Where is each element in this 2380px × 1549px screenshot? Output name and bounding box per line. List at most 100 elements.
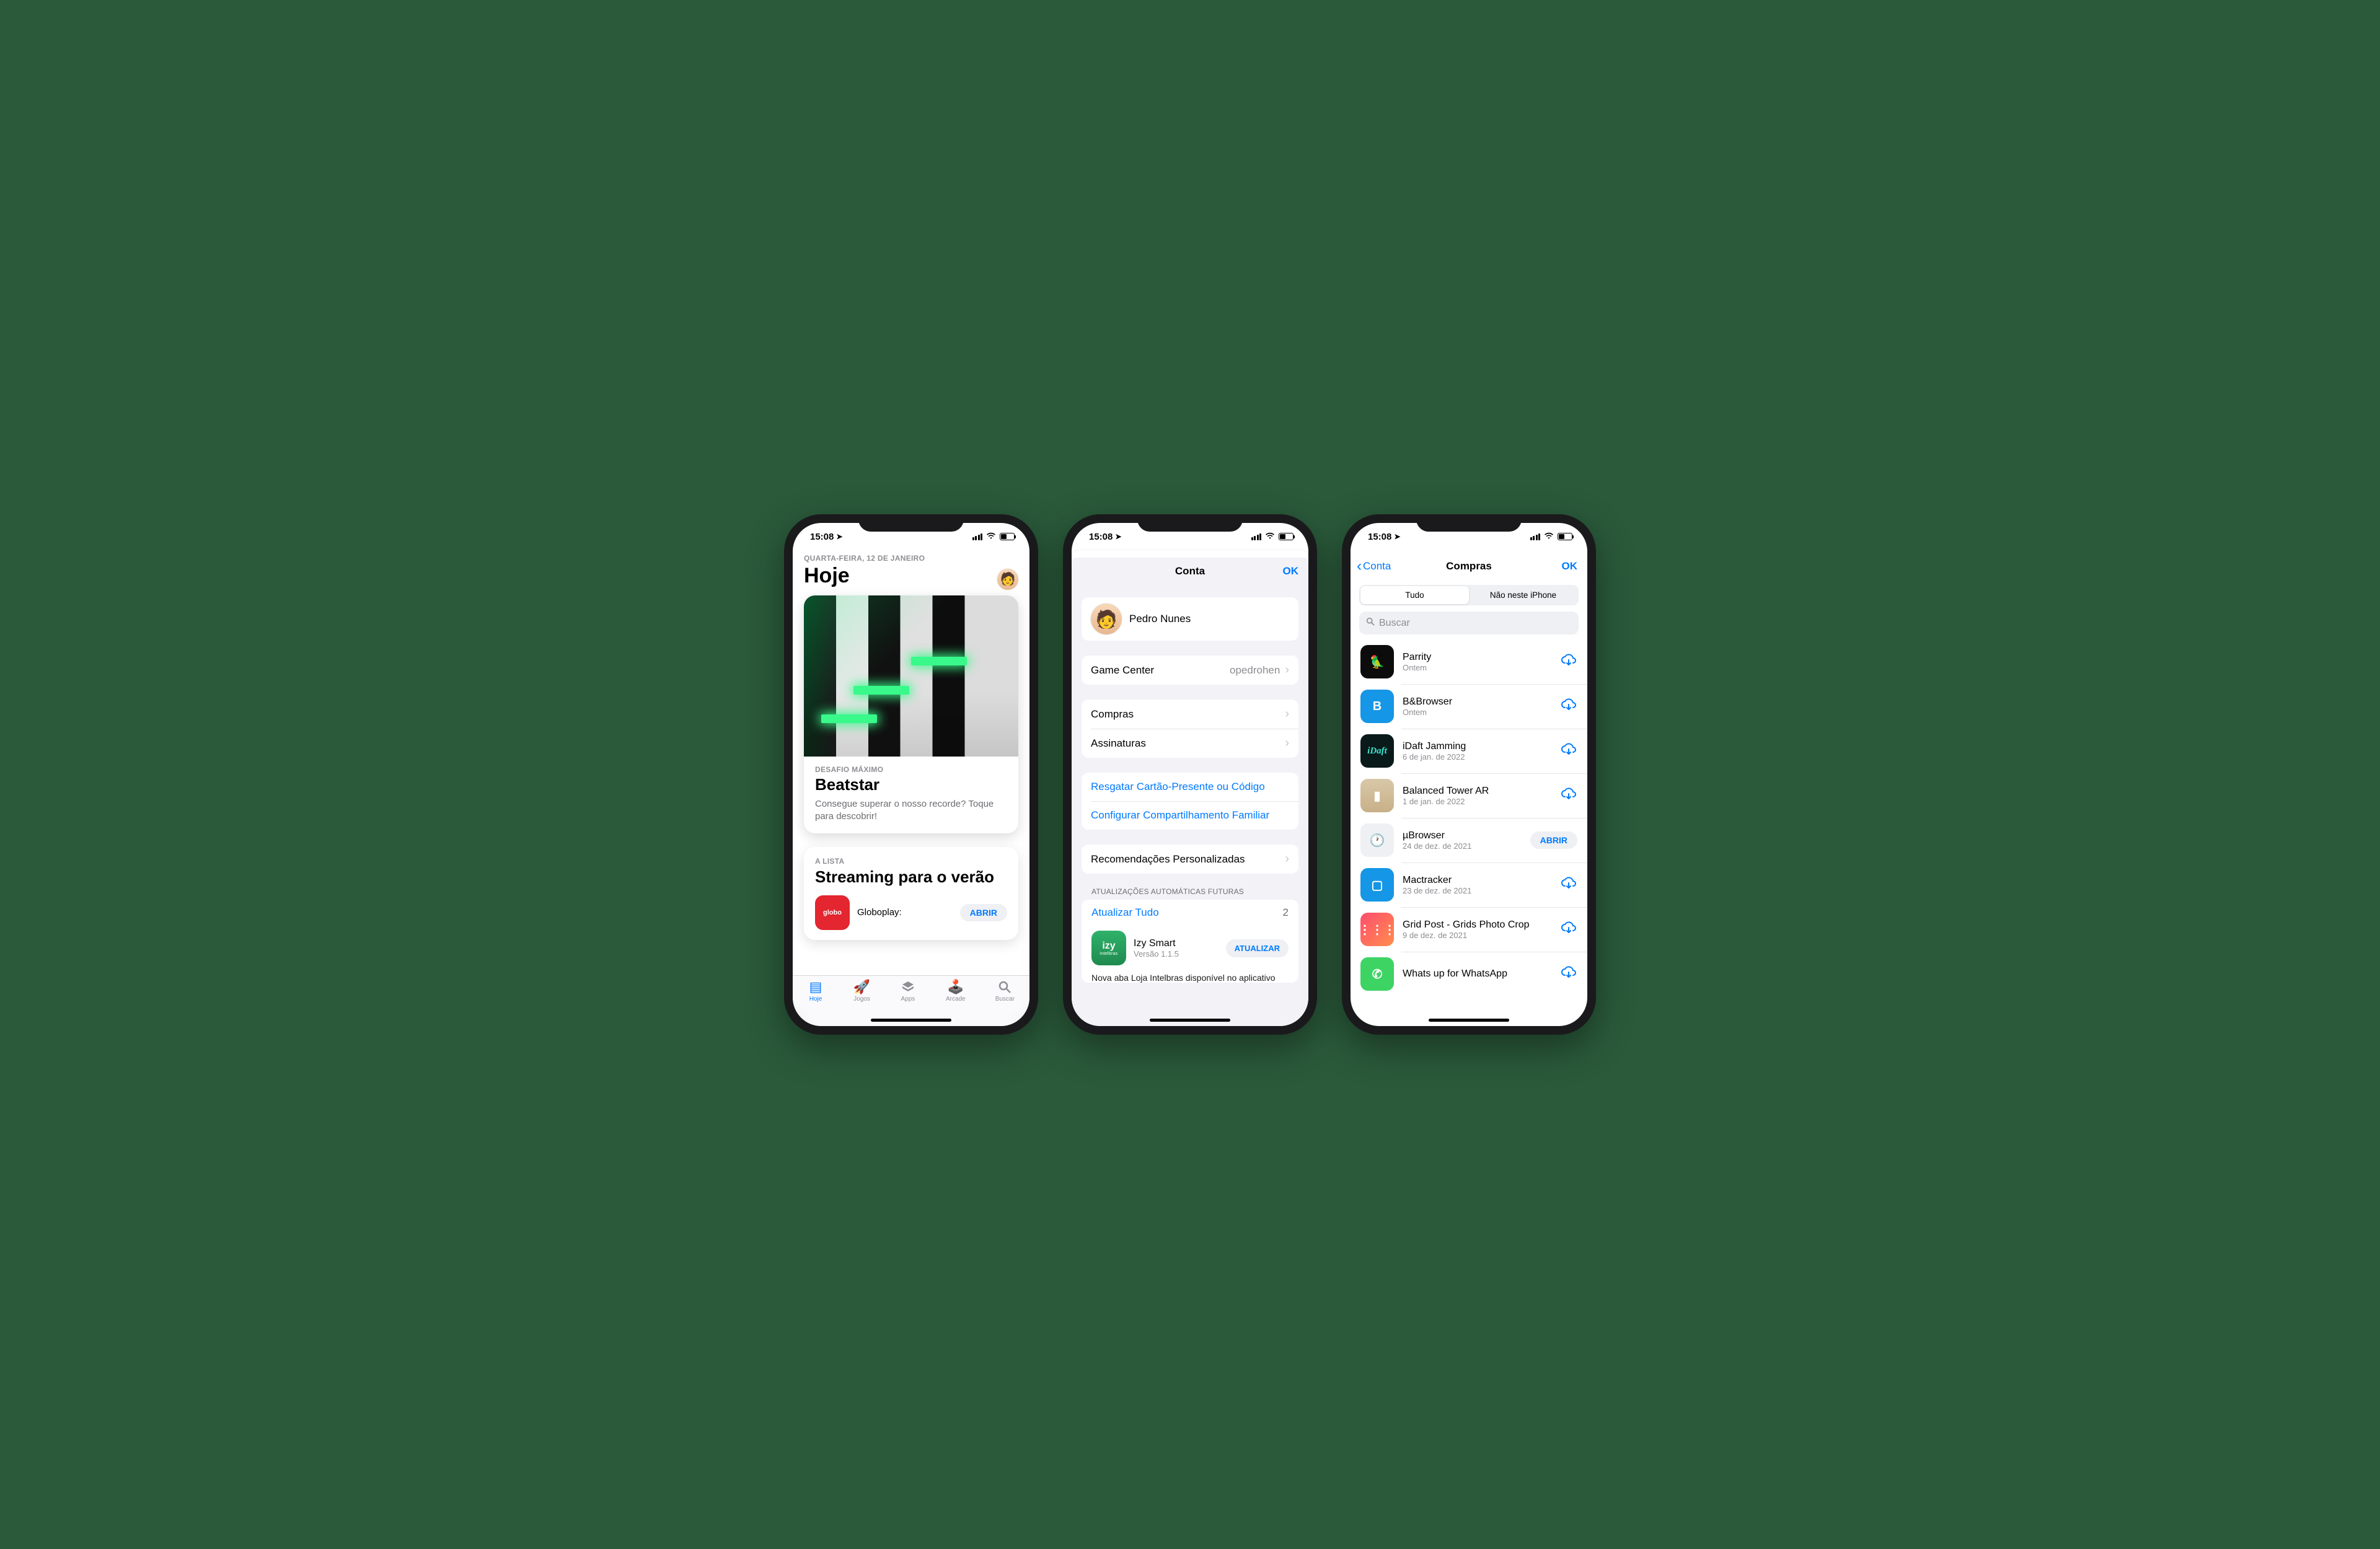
download-cloud-icon[interactable]: [1560, 920, 1577, 939]
subscriptions-cell[interactable]: Assinaturas ›: [1082, 729, 1298, 758]
purchase-row[interactable]: iDaft iDaft Jamming6 de jan. de 2022: [1360, 729, 1587, 773]
update-all-row[interactable]: Atualizar Tudo 2: [1082, 900, 1298, 926]
download-cloud-icon[interactable]: [1560, 697, 1577, 716]
app-name: B&Browser: [1403, 696, 1551, 708]
download-cloud-icon[interactable]: [1560, 965, 1577, 984]
search-input[interactable]: Buscar: [1359, 612, 1579, 634]
download-cloud-icon[interactable]: [1560, 786, 1577, 805]
battery-icon: [1000, 533, 1015, 540]
app-name: Grid Post - Grids Photo Crop: [1403, 919, 1551, 931]
app-date: 6 de jan. de 2022: [1403, 752, 1551, 761]
search-placeholder: Buscar: [1379, 618, 1410, 629]
wifi-icon: [1265, 532, 1275, 542]
purchase-row[interactable]: 🦜ParrityOntem: [1360, 639, 1587, 684]
app-date: 24 de dez. de 2021: [1403, 841, 1522, 851]
location-icon: ➤: [1394, 532, 1400, 541]
open-button[interactable]: ABRIR: [960, 904, 1007, 921]
cellular-icon: [1530, 533, 1541, 540]
profile-cell[interactable]: 🧑 Pedro Nunes: [1082, 597, 1298, 641]
cell-value: opedrohen: [1230, 664, 1280, 677]
tab-games[interactable]: 🚀 Jogos: [853, 980, 870, 1026]
page-title: Compras: [1446, 560, 1492, 573]
home-indicator[interactable]: [1429, 1019, 1509, 1022]
phone-purchases: 15:08 ➤ ‹ Conta Compras OK Tudo Não nest…: [1342, 514, 1596, 1035]
app-name: Parrity: [1403, 651, 1551, 663]
ok-button[interactable]: OK: [1562, 560, 1578, 573]
app-icon: iDaft: [1360, 734, 1394, 768]
purchase-row[interactable]: ▢Mactracker23 de dez. de 2021: [1360, 862, 1587, 907]
wifi-icon: [1544, 532, 1554, 542]
battery-icon: [1279, 533, 1294, 540]
notch: [858, 514, 964, 532]
card-subtitle: Consegue superar o nosso recorde? Toque …: [815, 798, 1007, 822]
profile-avatar: 🧑: [1091, 603, 1122, 634]
icon-text-top: izy: [1102, 941, 1115, 952]
download-cloud-icon[interactable]: [1560, 875, 1577, 895]
tab-search[interactable]: Buscar: [995, 980, 1015, 1026]
updates-section-header: ATUALIZAÇÕES AUTOMÁTICAS FUTURAS: [1091, 887, 1289, 896]
app-name: Balanced Tower AR: [1403, 785, 1551, 797]
back-label: Conta: [1363, 560, 1391, 573]
open-button[interactable]: ABRIR: [1530, 832, 1577, 849]
download-cloud-icon[interactable]: [1560, 742, 1577, 761]
account-sheet: Conta OK 🧑 Pedro Nunes Game Center opedr…: [1072, 556, 1308, 1026]
chevron-left-icon: ‹: [1357, 558, 1362, 575]
status-time: 15:08: [810, 532, 834, 542]
app-date: 1 de jan. de 2022: [1403, 797, 1551, 806]
today-date: QUARTA-FEIRA, 12 DE JANEIRO: [804, 554, 1018, 563]
purchases-cell[interactable]: Compras ›: [1082, 700, 1298, 729]
search-icon: [997, 980, 1013, 994]
account-avatar[interactable]: 🧑: [997, 569, 1018, 590]
purchase-row[interactable]: ▮ Balanced Tower AR1 de jan. de 2022: [1360, 773, 1587, 818]
purchase-row[interactable]: ✆Whats up for WhatsApp: [1360, 952, 1587, 996]
list-card-streaming[interactable]: A LISTA Streaming para o verão globo Glo…: [804, 847, 1018, 940]
app-icon-globoplay: globo: [815, 895, 850, 930]
card-hero-image: [804, 595, 1018, 757]
purchase-row[interactable]: 🕐 µBrowser24 de dez. de 2021 ABRIR: [1360, 818, 1587, 862]
app-icon: ▮: [1360, 779, 1394, 812]
recommendations-cell[interactable]: Recomendações Personalizadas ›: [1082, 845, 1298, 874]
segment-not-on-device[interactable]: Não neste iPhone: [1469, 586, 1577, 604]
tab-label: Arcade: [946, 996, 966, 1003]
app-icon: ⋮⋮⋮: [1360, 913, 1394, 946]
chevron-right-icon: ›: [1285, 663, 1289, 677]
segmented-control[interactable]: Tudo Não neste iPhone: [1359, 585, 1579, 605]
download-cloud-icon[interactable]: [1560, 652, 1577, 672]
notch: [1416, 514, 1522, 532]
app-name: µBrowser: [1403, 830, 1522, 841]
app-icon: 🕐: [1360, 823, 1394, 857]
update-release-note: Nova aba Loja Intelbras disponível no ap…: [1082, 970, 1298, 983]
family-sharing-cell[interactable]: Configurar Compartilhamento Familiar: [1082, 801, 1298, 830]
tab-today[interactable]: ▤ Hoje: [808, 980, 824, 1026]
gamecenter-cell[interactable]: Game Center opedrohen ›: [1082, 656, 1298, 685]
app-row-globoplay[interactable]: globo Globoplay: ABRIR: [815, 895, 1007, 930]
back-button[interactable]: ‹ Conta: [1357, 558, 1391, 575]
home-indicator[interactable]: [1150, 1019, 1230, 1022]
purchases-nav: ‹ Conta Compras OK: [1351, 551, 1587, 581]
update-app-version: Versão 1.1.5: [1134, 949, 1219, 959]
location-icon: ➤: [1115, 532, 1121, 541]
profile-name: Pedro Nunes: [1129, 613, 1289, 625]
update-count: 2: [1283, 906, 1289, 919]
arcade-icon: 🕹️: [948, 980, 964, 994]
app-name: iDaft Jamming: [1403, 740, 1551, 752]
chevron-right-icon: ›: [1285, 852, 1289, 866]
redeem-cell[interactable]: Resgatar Cartão-Presente ou Código: [1082, 773, 1298, 801]
purchase-row[interactable]: BB&BrowserOntem: [1360, 684, 1587, 729]
purchase-row[interactable]: ⋮⋮⋮Grid Post - Grids Photo Crop9 de dez.…: [1360, 907, 1587, 952]
app-icon: B: [1360, 690, 1394, 723]
card-eyebrow: DESAFIO MÁXIMO: [815, 765, 1007, 774]
update-app-name: Izy Smart: [1134, 938, 1219, 949]
location-icon: ➤: [836, 532, 842, 541]
update-button[interactable]: ATUALIZAR: [1226, 939, 1289, 957]
cell-label: Configurar Compartilhamento Familiar: [1091, 809, 1289, 822]
update-row-izy[interactable]: izy intelbras Izy Smart Versão 1.1.5 ATU…: [1082, 926, 1298, 970]
wifi-icon: [986, 532, 996, 542]
app-icon: ▢: [1360, 868, 1394, 902]
app-date: Ontem: [1403, 663, 1551, 672]
ok-button[interactable]: OK: [1283, 565, 1299, 577]
featured-card-beatstar[interactable]: DESAFIO MÁXIMO Beatstar Consegue superar…: [804, 595, 1018, 833]
status-time: 15:08: [1368, 532, 1391, 542]
segment-all[interactable]: Tudo: [1360, 586, 1469, 604]
home-indicator[interactable]: [871, 1019, 951, 1022]
